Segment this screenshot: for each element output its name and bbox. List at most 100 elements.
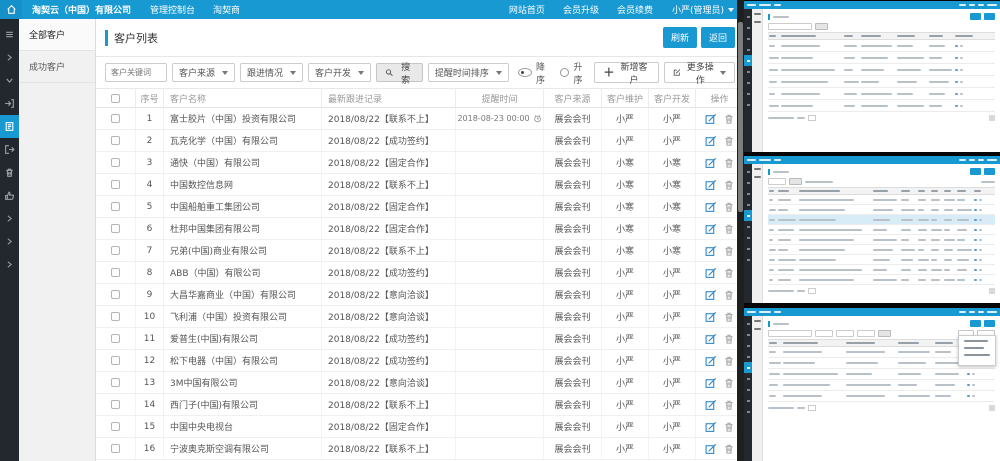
sort-desc-radio[interactable]: 降序 [518, 60, 552, 86]
edit-icon[interactable] [705, 113, 717, 125]
keyword-input[interactable] [105, 63, 167, 82]
trash-icon[interactable] [723, 421, 735, 433]
row-checkbox[interactable] [111, 246, 120, 255]
refresh-button[interactable]: 刷新 [663, 27, 697, 48]
sign-in-icon[interactable] [0, 92, 19, 115]
thumbnail-navbar [744, 1, 1000, 9]
edit-icon[interactable] [705, 377, 717, 389]
navbar-menu-item-2[interactable]: 淘契商 [204, 0, 249, 19]
row-checkbox[interactable] [111, 400, 120, 409]
thumbnail-select [815, 330, 833, 337]
edit-icon[interactable] [705, 333, 717, 345]
trash-icon[interactable] [0, 161, 19, 184]
trash-icon[interactable] [723, 201, 735, 213]
alarm-clock-icon [533, 114, 542, 123]
trash-icon[interactable] [723, 333, 735, 345]
row-checkbox[interactable] [111, 180, 120, 189]
source-filter-select[interactable]: 客户来源 [172, 63, 235, 82]
chevron-right-icon[interactable] [0, 46, 19, 69]
skeleton-bar [769, 219, 775, 221]
sort-asc-radio[interactable]: 升序 [560, 60, 589, 86]
row-checkbox[interactable] [111, 422, 120, 431]
edit-icon[interactable] [705, 399, 717, 411]
trash-icon[interactable] [723, 223, 735, 235]
row-checkbox[interactable] [111, 334, 120, 343]
row-checkbox[interactable] [111, 158, 120, 167]
trash-icon[interactable] [723, 443, 735, 455]
skeleton-bar [931, 239, 941, 241]
trash-icon[interactable] [723, 399, 735, 411]
row-checkbox[interactable] [111, 290, 120, 299]
edit-icon[interactable] [705, 355, 717, 367]
vertical-scrollbar[interactable] [737, 0, 744, 461]
edit-icon[interactable] [705, 443, 717, 455]
edit-icon[interactable] [705, 267, 717, 279]
search-button[interactable]: 搜索 [376, 63, 423, 82]
trash-icon[interactable] [723, 135, 735, 147]
select-all-checkbox[interactable] [111, 94, 120, 103]
navbar-menu-item-1[interactable]: 管理控制台 [141, 0, 204, 19]
edit-icon[interactable] [705, 223, 717, 235]
row-checkbox[interactable] [111, 202, 120, 211]
back-button[interactable]: 返回 [701, 27, 735, 48]
trash-icon[interactable] [723, 179, 735, 191]
skeleton-bar [846, 384, 890, 386]
subnav-item-1[interactable]: 全部客户 [19, 19, 95, 51]
edit-icon[interactable] [705, 245, 717, 257]
add-customer-button[interactable]: ＋ 新增客户 [594, 62, 658, 83]
sort-field-select[interactable]: 提醒时间排序 [428, 63, 509, 82]
chevron-down-icon[interactable] [0, 69, 19, 92]
skeleton-bar [935, 373, 958, 375]
chevron-right-icon[interactable] [0, 207, 19, 230]
skeleton-bar [774, 311, 781, 313]
followup-filter-select[interactable]: 跟进情况 [240, 63, 303, 82]
edit-icon[interactable] [705, 157, 717, 169]
skeleton-bar [931, 199, 941, 201]
navbar-right-item-1[interactable]: 网站首页 [500, 0, 554, 19]
row-checkbox[interactable] [111, 114, 120, 123]
row-checkbox[interactable] [111, 444, 120, 453]
chevron-right-icon[interactable] [0, 253, 19, 276]
row-checkbox[interactable] [111, 378, 120, 387]
home-icon[interactable] [0, 0, 22, 19]
trash-icon[interactable] [723, 157, 735, 169]
edit-icon[interactable] [705, 135, 717, 147]
subnav-item-2[interactable]: 成功客户 [19, 51, 95, 83]
trash-icon[interactable] [723, 377, 735, 389]
trash-icon[interactable] [723, 289, 735, 301]
trash-icon[interactable] [723, 355, 735, 367]
navbar-right-item-2[interactable]: 会员升级 [554, 0, 608, 19]
trash-icon[interactable] [723, 113, 735, 125]
developer-filter-select[interactable]: 客户开发 [308, 63, 371, 82]
edit-icon[interactable] [705, 311, 717, 323]
sign-out-icon[interactable] [0, 138, 19, 161]
thumbs-up-icon[interactable] [0, 184, 19, 207]
more-actions-button[interactable]: 更多操作 [664, 62, 735, 83]
navbar-right-item-3[interactable]: 会员续费 [608, 0, 662, 19]
edit-square-icon [673, 68, 681, 77]
customer-list-icon[interactable] [0, 115, 19, 138]
row-checkbox-cell [96, 328, 136, 349]
source-cell: 展会会刊 [544, 328, 602, 349]
edit-icon[interactable] [705, 179, 717, 191]
row-checkbox[interactable] [111, 268, 120, 277]
edit-icon[interactable] [705, 421, 717, 433]
trash-icon[interactable] [723, 311, 735, 323]
brand-name[interactable]: 淘契云（中国）有限公司 [22, 0, 141, 19]
scrollbar-thumb[interactable] [738, 22, 743, 212]
screenshot-thumbnail-2[interactable] [744, 156, 1000, 303]
edit-icon[interactable] [705, 201, 717, 213]
edit-icon[interactable] [705, 289, 717, 301]
trash-icon[interactable] [723, 245, 735, 257]
trash-icon[interactable] [723, 267, 735, 279]
chevron-right-icon[interactable] [0, 230, 19, 253]
skeleton-bar [769, 279, 773, 281]
row-checkbox[interactable] [111, 356, 120, 365]
screenshot-thumbnail-1[interactable] [744, 1, 1000, 152]
user-menu[interactable]: 小严(管理员) [662, 0, 744, 19]
menu-icon[interactable] [0, 23, 19, 46]
screenshot-thumbnail-3[interactable] [744, 308, 1000, 461]
row-checkbox[interactable] [111, 312, 120, 321]
row-checkbox[interactable] [111, 136, 120, 145]
row-checkbox[interactable] [111, 224, 120, 233]
